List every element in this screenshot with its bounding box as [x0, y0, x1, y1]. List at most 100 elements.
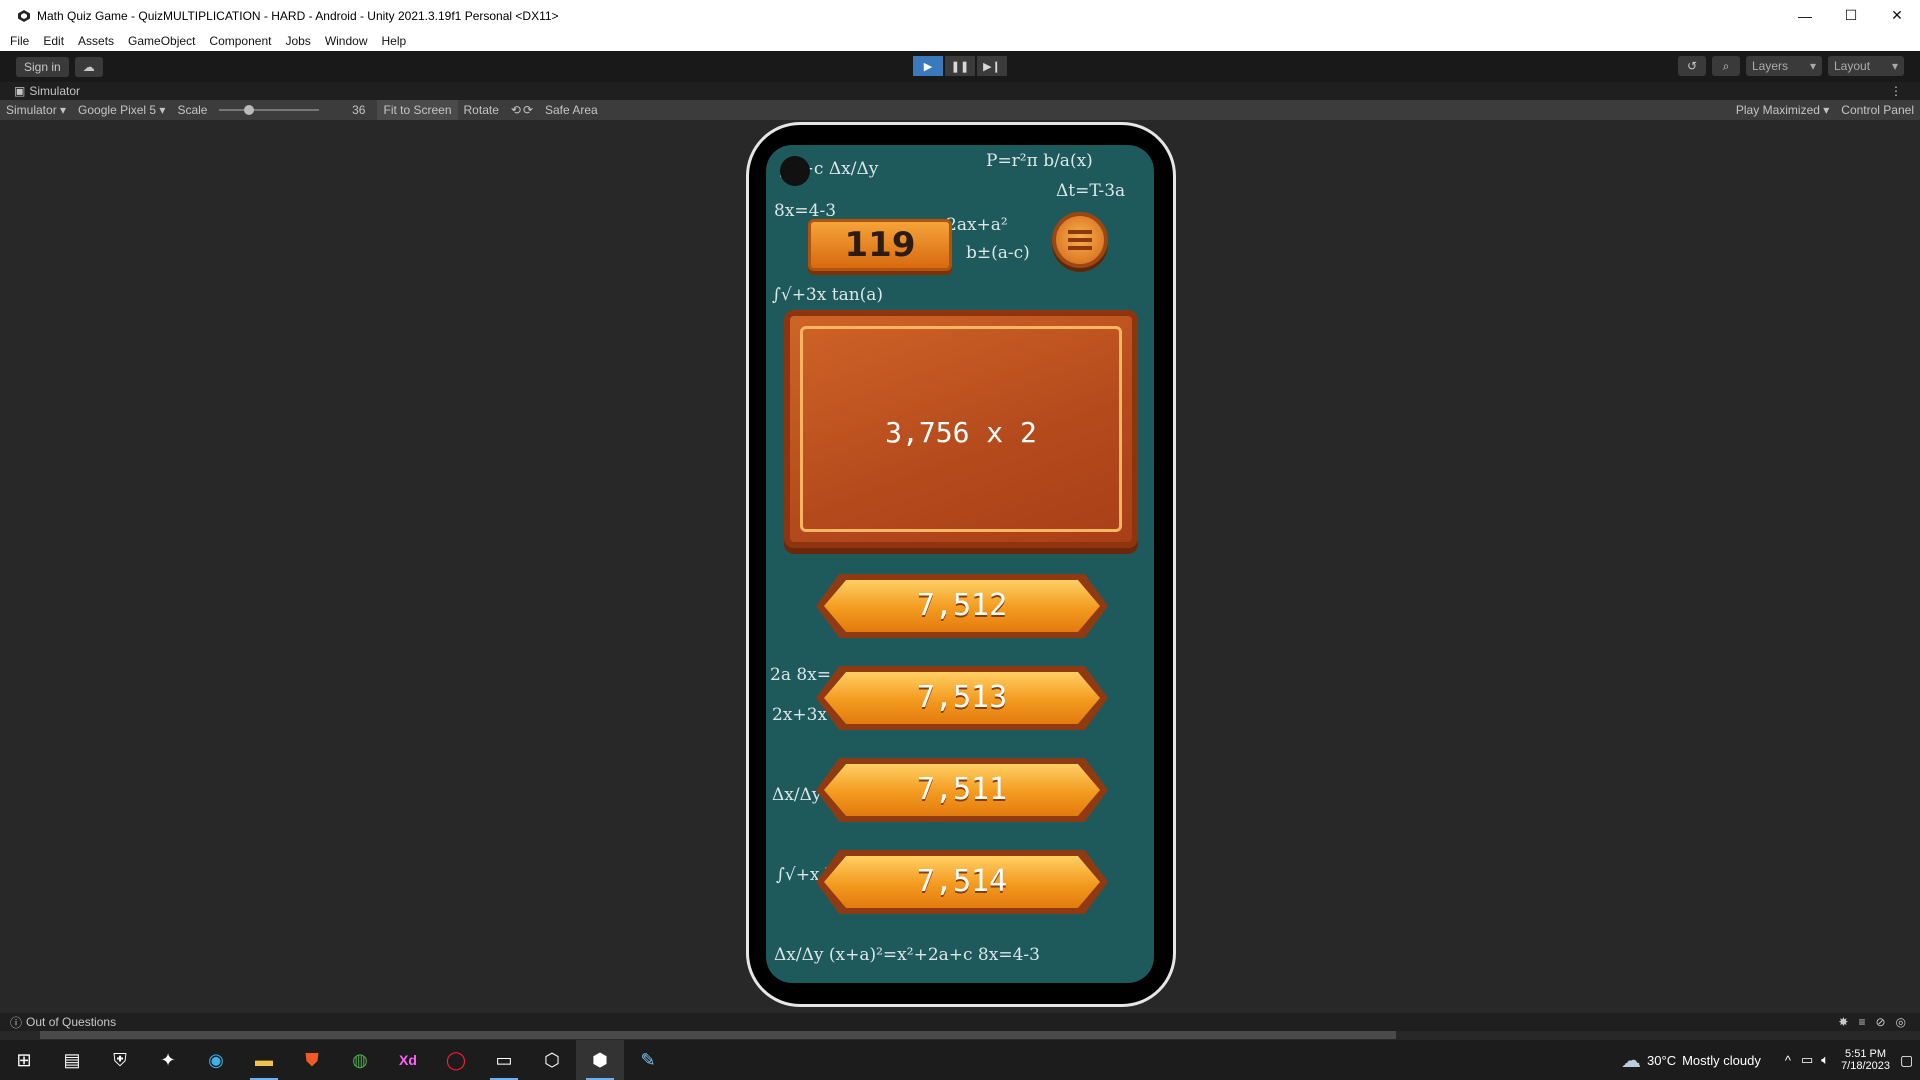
clock[interactable]: 5:51 PM 7/18/2023 [1841, 1048, 1890, 1072]
status-icons: ✸ ≡ ⊘ ◎ [1838, 1015, 1906, 1029]
question-board: 3,756 x 2 [784, 310, 1138, 548]
weather-temperature[interactable]: 30°C [1647, 1053, 1676, 1068]
menu-assets[interactable]: Assets [78, 34, 114, 48]
horizontal-scrollbar[interactable] [40, 1031, 1396, 1039]
file-explorer-icon[interactable]: ▬ [240, 1040, 288, 1080]
pause-button[interactable]: ❚❚ [945, 56, 975, 76]
clock-date: 7/18/2023 [1841, 1060, 1890, 1072]
weather-icon[interactable]: ☁ [1621, 1048, 1641, 1073]
volume-icon[interactable]: 🔈︎ [1821, 1052, 1829, 1068]
chevron-up-icon[interactable]: ^ [1785, 1053, 1791, 1068]
answer-button-1[interactable]: 7,512 [816, 574, 1108, 638]
windows-taskbar: ⊞ ▤ ⛨ ✦ ◉ ▬ ⛊ ◍ Xd ◯ ▭ ⬡ ⬢ ✎ ☁ 30°C Most… [0, 1040, 1920, 1080]
scale-slider-knob[interactable] [244, 105, 255, 115]
lighting-icon[interactable]: ✸ [1838, 1015, 1848, 1029]
security-shield-icon[interactable]: ⛨ [96, 1040, 144, 1080]
play-maximized-label: Play Maximized [1735, 103, 1820, 117]
task-view-icon[interactable]: ▤ [48, 1040, 96, 1080]
control-panel-button[interactable]: Control Panel [1835, 100, 1920, 120]
layout-label: Layout [1834, 59, 1871, 73]
layers-label: Layers [1752, 59, 1789, 73]
chalk-formula: 2ax+a² [946, 215, 1008, 235]
paint-app-icon[interactable]: ✎ [624, 1040, 672, 1080]
answer-button-3[interactable]: 7,511 [816, 758, 1108, 822]
history-icon[interactable]: ↺ [1678, 56, 1706, 76]
toolbar-right: ↺ ⌕ Layers ▾ Layout ▾ [1678, 56, 1904, 76]
simulator-tab-icon: ▣ [14, 84, 26, 98]
brave-browser-icon[interactable]: ⛊ [288, 1040, 336, 1080]
edge-browser-icon[interactable]: ◉ [192, 1040, 240, 1080]
menu-edit[interactable]: Edit [43, 34, 64, 48]
window-title: Math Quiz Game - QuizMULTIPLICATION - HA… [37, 8, 559, 23]
menu-gameobject[interactable]: GameObject [128, 34, 195, 48]
play-maximized-dropdown[interactable]: Play Maximized ▾ [1730, 100, 1835, 120]
layout-dropdown[interactable]: Layout ▾ [1828, 56, 1904, 76]
chalk-formula: b±(a-c) [966, 243, 1030, 263]
adobe-xd-icon[interactable]: Xd [384, 1040, 432, 1080]
network-icon[interactable]: ▭ [1801, 1052, 1813, 1068]
simulator-mode-dropdown[interactable]: Simulator ▾ [0, 100, 72, 120]
terminal-icon[interactable]: ▭ [480, 1040, 528, 1080]
answer-label: 7,512 [916, 588, 1008, 623]
cloud-icon[interactable]: ☁ [74, 56, 103, 77]
menu-file[interactable]: File [10, 34, 29, 48]
menu-window[interactable]: Window [325, 34, 368, 48]
answer-label: 7,513 [916, 680, 1008, 715]
simulator-mode-label: Simulator [6, 103, 57, 117]
menu-help[interactable]: Help [382, 34, 407, 48]
info-icon: ⓘ [10, 1015, 23, 1030]
scale-label: Scale [177, 103, 208, 117]
step-button[interactable]: ▶❙ [977, 56, 1007, 76]
network-icon[interactable]: ⊘ [1875, 1015, 1885, 1029]
unity-hub-icon[interactable]: ⬡ [528, 1040, 576, 1080]
stack-icon[interactable]: ≡ [1858, 1015, 1865, 1029]
scale-value: 36 [352, 103, 366, 117]
menu-button[interactable] [1052, 212, 1108, 268]
weather-condition[interactable]: Mostly cloudy [1682, 1053, 1761, 1068]
clock-time: 5:51 PM [1845, 1048, 1887, 1060]
chevron-down-icon: ▾ [1809, 59, 1816, 73]
menu-component[interactable]: Component [209, 34, 271, 48]
menu-bar: File Edit Assets GameObject Component Jo… [0, 31, 1920, 51]
window-titlebar: Math Quiz Game - QuizMULTIPLICATION - HA… [0, 0, 1920, 31]
chalk-formula: Δx/Δy (x+a)²=x²+2a+c 8x=4-3 [774, 945, 1040, 965]
answer-button-2[interactable]: 7,513 [816, 666, 1108, 730]
camera-cutout [780, 156, 810, 186]
notification-icon[interactable]: ▢ [1900, 1052, 1920, 1069]
rotate-right-icon[interactable]: ⟳ [517, 100, 539, 120]
play-button[interactable]: ▶ [913, 56, 943, 76]
chevron-down-icon: ▾ [1891, 59, 1898, 73]
sign-in-button[interactable]: Sign in [16, 56, 69, 77]
check-icon[interactable]: ◎ [1896, 1015, 1906, 1029]
unity-editor-icon[interactable]: ⬢ [576, 1040, 624, 1080]
chalk-formula: Δt=T-3a [1056, 181, 1126, 201]
hamburger-icon [1068, 230, 1092, 250]
satellite-app-icon[interactable]: ✦ [144, 1040, 192, 1080]
menu-jobs[interactable]: Jobs [285, 34, 310, 48]
answer-button-4[interactable]: 7,514 [816, 850, 1108, 914]
chrome-browser-icon[interactable]: ◍ [336, 1040, 384, 1080]
maximize-button[interactable]: ☐ [1828, 0, 1874, 31]
score-value: 119 [844, 225, 916, 265]
opera-browser-icon[interactable]: ◯ [432, 1040, 480, 1080]
console-status-bar[interactable]: ⓘ Out of Questions ✸ ≡ ⊘ ◎ [0, 1013, 1920, 1031]
simulator-toolbar: Simulator ▾ Google Pixel 5 ▾ Scale 36 Fi… [0, 100, 1920, 120]
search-icon[interactable]: ⌕ [1712, 56, 1740, 76]
safe-area-button[interactable]: Safe Area [539, 100, 604, 120]
simulator-tab-label: Simulator [29, 84, 81, 98]
answer-label: 7,514 [916, 864, 1008, 899]
layers-dropdown[interactable]: Layers ▾ [1746, 56, 1822, 76]
status-message: Out of Questions [26, 1015, 117, 1029]
chalk-formula: ∫√+3x tan(a) [772, 285, 884, 305]
device-dropdown[interactable]: Google Pixel 5 ▾ [72, 100, 171, 120]
windows-start-icon[interactable]: ⊞ [0, 1040, 48, 1080]
more-options-icon[interactable]: ⋮ [1890, 84, 1902, 98]
scale-slider[interactable] [219, 105, 320, 115]
minimize-button[interactable]: — [1782, 0, 1828, 31]
playback-controls: ▶ ❚❚ ▶❙ [913, 56, 1007, 76]
chalk-formula: P=r²π b/a(x) [986, 151, 1093, 171]
answer-label: 7,511 [916, 772, 1008, 807]
simulator-tab[interactable]: ▣ Simulator ⋮ [0, 82, 1920, 100]
close-button[interactable]: ✕ [1874, 0, 1920, 31]
fit-to-screen-button[interactable]: Fit to Screen [377, 100, 458, 120]
